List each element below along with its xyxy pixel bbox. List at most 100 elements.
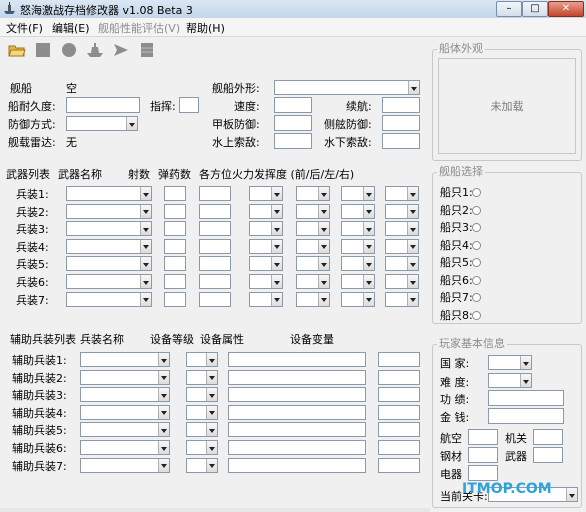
ship-radio[interactable] [472,240,481,250]
weapon-ammo-input[interactable] [199,221,231,237]
electric-input[interactable] [468,465,498,481]
underwater-input[interactable] [382,133,420,149]
weapon-count-input[interactable] [164,203,186,219]
aux-var-input[interactable] [378,440,420,455]
menu-file[interactable]: 文件(F) [6,20,43,36]
menu-help[interactable]: 帮助(H) [186,20,225,36]
aux-level-select[interactable] [186,387,218,403]
weapon-ammo-input[interactable] [199,291,231,307]
weapon-ammo-input[interactable] [199,186,231,201]
weapon-fire-select[interactable] [341,274,375,289]
weapon-count-input[interactable] [164,238,186,254]
difficulty-select[interactable] [488,373,532,388]
weapon-fire-select[interactable] [341,221,375,237]
aux-level-select[interactable] [186,422,218,438]
weapon-fire-select[interactable] [296,238,330,254]
minimize-button[interactable]: – [496,1,522,17]
weapon-fire-select[interactable] [385,256,419,272]
aux-level-select[interactable] [186,404,218,420]
aux-var-input[interactable] [378,404,420,420]
maximize-button[interactable]: □ [522,1,548,17]
weapon-count-input[interactable] [164,256,186,272]
defense-select[interactable] [66,116,138,131]
weapon-fire-select[interactable] [296,186,330,201]
aux-level-select[interactable] [186,457,218,473]
weapon-fire-select[interactable] [296,203,330,219]
weapon-count-input[interactable] [164,221,186,237]
weapon-fire-select[interactable] [341,291,375,307]
aux-name-select[interactable] [80,457,170,473]
aux-var-input[interactable] [378,352,420,367]
aux-attr-input[interactable] [228,440,366,455]
aux-var-input[interactable] [378,457,420,473]
country-select[interactable] [488,355,532,370]
weapon-fire-select[interactable] [249,203,283,219]
weapon-count-input[interactable] [164,186,186,201]
merit-input[interactable] [488,390,564,406]
aviation-input[interactable] [468,429,498,445]
weapon-count-input[interactable] [164,291,186,307]
aux-name-select[interactable] [80,404,170,420]
range-input[interactable] [382,97,420,113]
close-button[interactable]: ✕ [548,1,584,17]
aux-level-select[interactable] [186,440,218,455]
aux-name-select[interactable] [80,369,170,385]
weapon-fire-select[interactable] [385,221,419,237]
weapon-fire-select[interactable] [385,274,419,289]
ship-radio[interactable] [472,188,481,197]
weapon-count-input[interactable] [164,274,186,289]
weapon-name-select[interactable] [66,203,152,219]
money-input[interactable] [488,408,564,424]
ship-icon[interactable] [86,41,104,59]
ship-radio[interactable] [472,293,481,302]
aux-attr-input[interactable] [228,404,366,420]
aux-var-input[interactable] [378,422,420,438]
aux-name-select[interactable] [80,352,170,367]
ship-radio[interactable] [472,275,481,285]
aux-level-select[interactable] [186,369,218,385]
ship-radio[interactable] [472,310,481,320]
speed-input[interactable] [274,97,312,113]
surface-input[interactable] [274,133,312,149]
ship-radio[interactable] [472,258,481,267]
grid-icon[interactable] [138,41,156,59]
weapon-name-select[interactable] [66,238,152,254]
side-input[interactable] [382,115,420,131]
aux-attr-input[interactable] [228,369,366,385]
steel-input[interactable] [468,447,498,463]
weapon-fire-select[interactable] [385,238,419,254]
weapon-ammo-input[interactable] [199,256,231,272]
weapon-fire-select[interactable] [249,274,283,289]
weapon-ammo-input[interactable] [199,274,231,289]
aux-attr-input[interactable] [228,352,366,367]
weapon-fire-select[interactable] [296,274,330,289]
weapon-name-select[interactable] [66,256,152,272]
weapon-fire-select[interactable] [249,256,283,272]
weapon-fire-select[interactable] [249,238,283,254]
ship-radio[interactable] [472,205,481,215]
aux-var-input[interactable] [378,387,420,403]
weapon-fire-select[interactable] [296,291,330,307]
weapon-fire-select[interactable] [385,291,419,307]
weapon-fire-select[interactable] [385,186,419,201]
durability-input[interactable] [66,97,140,113]
weapon-fire-select[interactable] [249,186,283,201]
command-input[interactable] [179,97,199,113]
aux-name-select[interactable] [80,440,170,455]
deck-input[interactable] [274,115,312,131]
weapon-fire-select[interactable] [341,238,375,254]
weapon-fire-select[interactable] [385,203,419,219]
weapon-fire-select[interactable] [296,221,330,237]
circle-icon[interactable] [60,41,78,59]
weapon-fire-select[interactable] [341,203,375,219]
aux-var-input[interactable] [378,369,420,385]
weapon-name-select[interactable] [66,291,152,307]
menu-evaluate[interactable]: 舰船性能评估(V) [98,20,180,36]
aux-level-select[interactable] [186,352,218,367]
aux-attr-input[interactable] [228,457,366,473]
plane-icon[interactable] [112,41,130,59]
save-icon[interactable] [34,41,52,59]
aux-name-select[interactable] [80,422,170,438]
ship-radio[interactable] [472,223,481,232]
weapon-fire-select[interactable] [249,221,283,237]
